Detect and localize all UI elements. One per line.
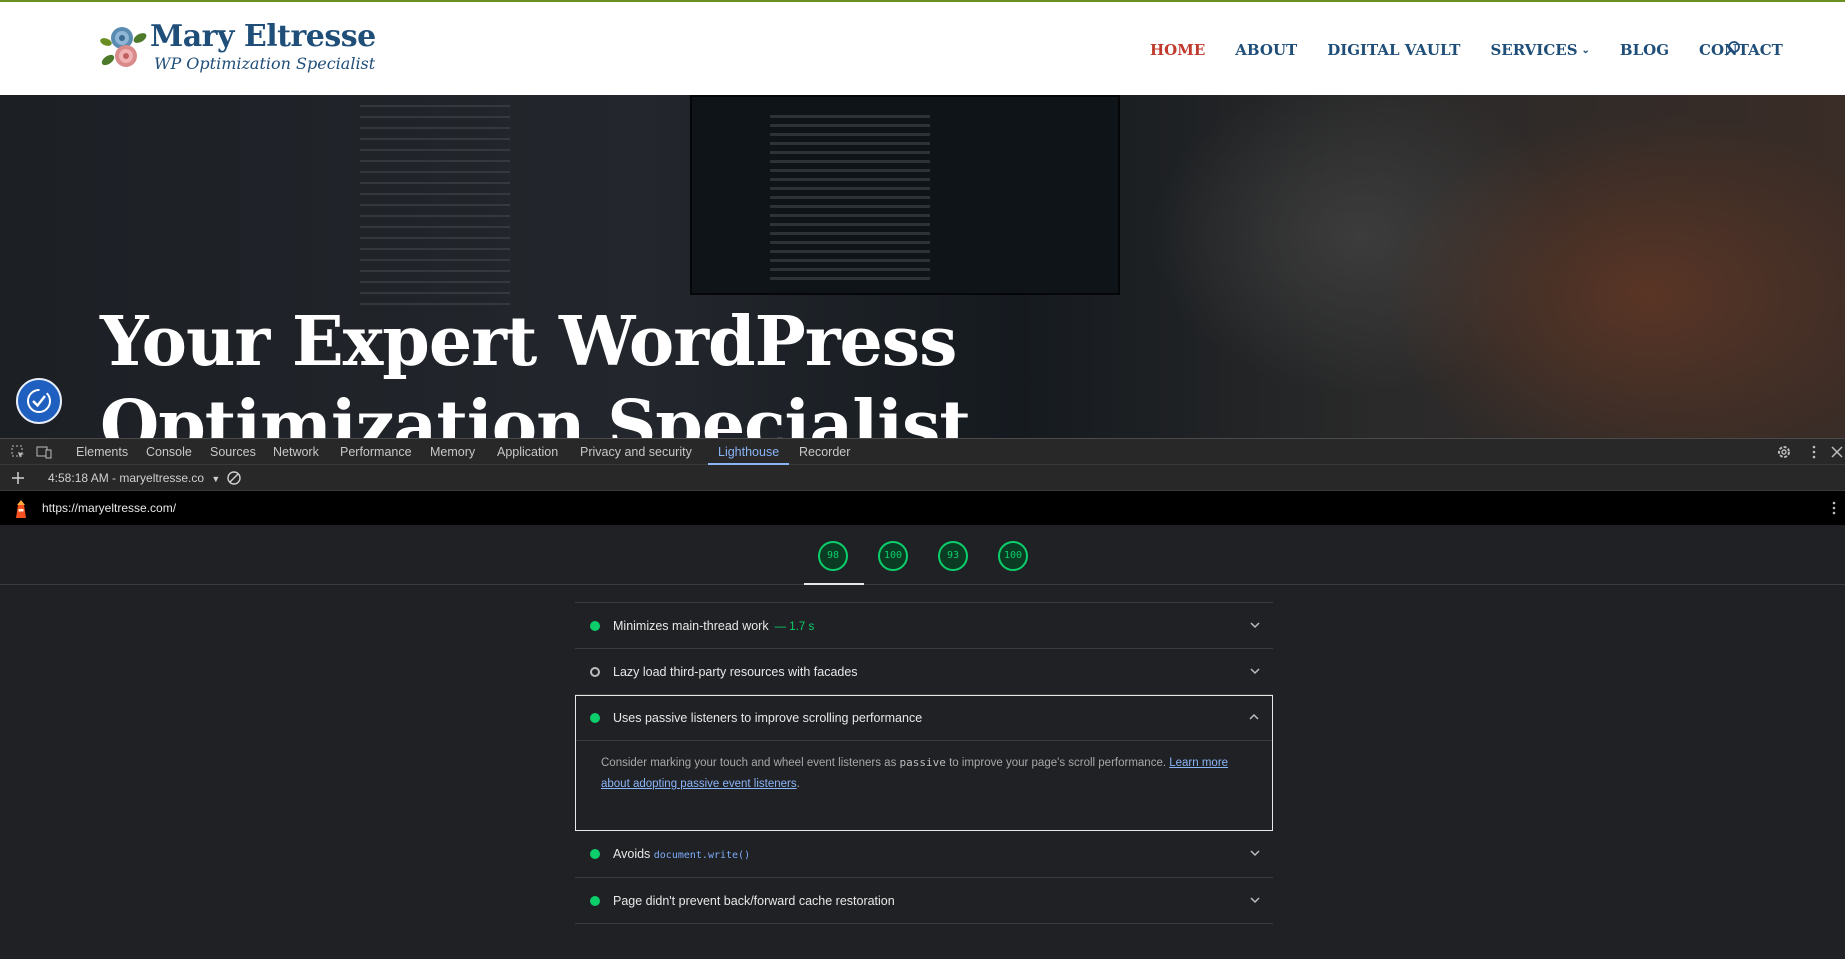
tab-elements[interactable]: Elements [76,439,128,465]
tab-console[interactable]: Console [146,439,192,465]
hero-background-code [770,115,930,285]
audit-item[interactable]: Page didn't prevent back/forward cache r… [575,878,1273,924]
audit-item[interactable]: Minimizes main-thread work — 1.7 s [575,603,1273,649]
pass-status-icon [590,621,600,631]
pass-status-icon [590,849,600,859]
audit-description: Consider marking your touch and wheel ev… [601,756,1229,790]
tab-sources[interactable]: Sources [210,439,256,465]
hero-title: Your Expert WordPress Optimization Specia… [100,302,971,438]
search-icon[interactable] [1724,40,1742,58]
audit-title: Lazy load third-party resources with fac… [613,665,858,679]
dropdown-caret-icon: ▼ [211,474,221,484]
hero-banner: Your Expert WordPress Optimization Specia… [0,95,1845,438]
lighthouse-toolbar: 4:58:18 AM - maryeltresse.co ▼ [0,465,1845,491]
audit-title: Avoids [613,847,654,861]
pass-status-icon [590,896,600,906]
report-selector[interactable]: 4:58:18 AM - maryeltresse.co ▼ [48,465,220,491]
tab-recorder[interactable]: Recorder [799,439,850,465]
gauge-performance[interactable]: 98 [818,541,848,571]
audit-title: Minimizes main-thread work [613,619,769,633]
pass-status-icon [590,713,600,723]
audit-title: Page didn't prevent back/forward cache r… [613,894,895,908]
new-report-plus-icon[interactable] [10,470,26,486]
chevron-down-icon: ⌄ [1581,44,1590,56]
rose-logo-icon [100,20,148,76]
tab-privacy-security[interactable]: Privacy and security [580,439,692,465]
inspect-element-icon[interactable] [10,444,26,460]
logo-name: Mary Eltresse [150,19,376,54]
site-header: Mary Eltresse WP Optimization Specialist… [0,0,1845,95]
chevron-down-icon[interactable] [1249,847,1261,859]
device-toolbar-icon[interactable] [36,444,52,460]
lighthouse-report: Minimizes main-thread work — 1.7 s Lazy l… [0,585,1845,959]
gauge-seo[interactable]: 100 [998,541,1028,571]
chevron-up-icon[interactable] [1248,711,1260,723]
audit-list: Minimizes main-thread work — 1.7 s Lazy l… [575,585,1273,924]
tab-memory[interactable]: Memory [430,439,475,465]
chevron-down-icon[interactable] [1249,894,1261,906]
tab-performance[interactable]: Performance [340,439,412,465]
lighthouse-logo-icon [12,499,30,519]
close-devtools-icon[interactable] [1829,444,1845,460]
nav-home[interactable]: HOME [1150,41,1205,59]
settings-gear-icon[interactable] [1776,444,1792,460]
audit-value: — 1.7 s [774,621,815,633]
more-options-icon[interactable] [1806,444,1822,460]
accessibility-check-icon [27,389,51,413]
audit-item-expanded[interactable]: Uses passive listeners to improve scroll… [575,695,1273,831]
logo-tagline: WP Optimization Specialist [154,54,376,73]
audited-url: https://maryeltresse.com/ [42,501,177,515]
lighthouse-url-bar: https://maryeltresse.com/ [0,491,1845,525]
audit-item[interactable]: Avoids document.write() [575,831,1273,878]
accessibility-widget-button[interactable] [16,378,62,424]
nav-services[interactable]: SERVICES ⌄ [1490,41,1589,59]
nav-digital-vault[interactable]: DIGITAL VAULT [1327,41,1460,59]
audit-title: Uses passive listeners to improve scroll… [613,711,923,725]
main-nav: HOME ABOUT DIGITAL VAULT SERVICES ⌄ BLOG … [1150,41,1813,59]
gauge-best-practices[interactable]: 93 [938,541,968,571]
tab-network[interactable]: Network [273,439,319,465]
site-logo[interactable]: Mary Eltresse WP Optimization Specialist [100,20,376,76]
nav-about[interactable]: ABOUT [1235,41,1297,59]
score-gauges: 98 100 93 100 [0,525,1845,585]
nav-blog[interactable]: BLOG [1620,41,1669,59]
audit-item-cutoff [575,585,1273,603]
tab-application[interactable]: Application [497,439,558,465]
chevron-down-icon[interactable] [1249,665,1261,677]
audit-title-code: document.write() [653,850,751,861]
report-menu-icon[interactable] [1826,500,1842,516]
gauge-accessibility[interactable]: 100 [878,541,908,571]
chevron-down-icon[interactable] [1249,619,1261,631]
audit-item[interactable]: Lazy load third-party resources with fac… [575,649,1273,695]
hero-background-screen [360,105,510,305]
devtools-tabbar: Elements Console Sources Network Perform… [0,438,1845,465]
tab-lighthouse[interactable]: Lighthouse [707,439,790,465]
clear-reports-icon[interactable] [226,470,242,486]
informative-status-icon [590,667,600,677]
